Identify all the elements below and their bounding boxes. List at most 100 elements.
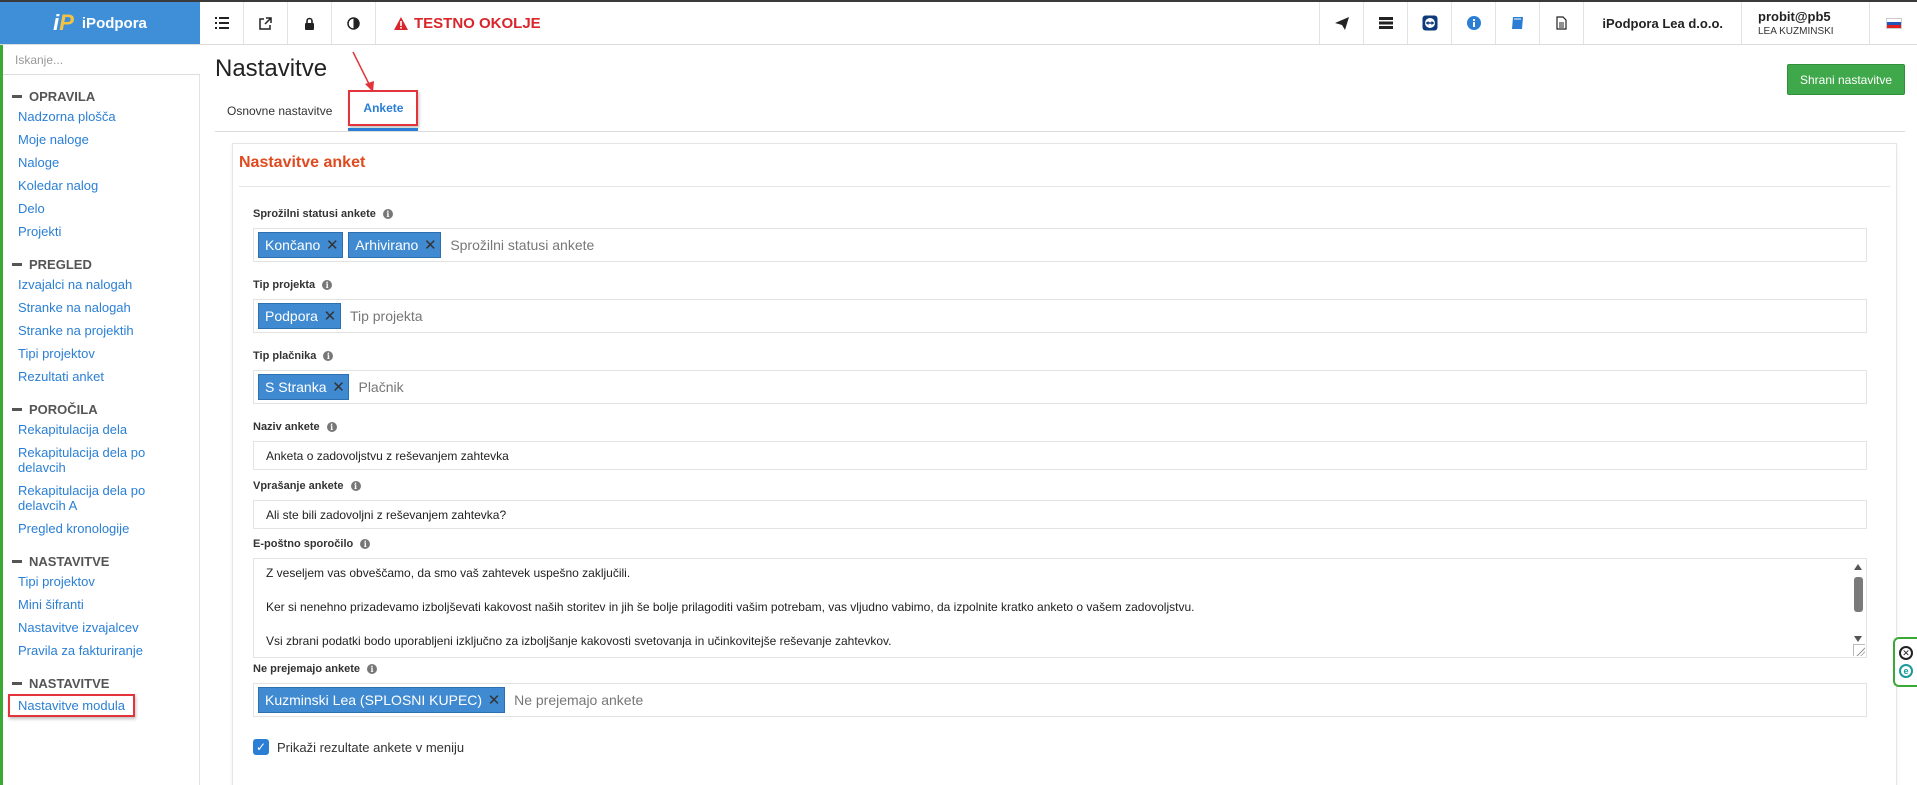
show-results-checkbox[interactable]: ✓ bbox=[253, 739, 269, 755]
document-button[interactable] bbox=[1539, 2, 1583, 44]
menu-toggle-button[interactable] bbox=[200, 2, 244, 44]
remove-tag-icon[interactable]: ✕ bbox=[420, 236, 440, 254]
e-badge-icon[interactable]: e bbox=[1899, 664, 1913, 678]
sidebar-item-nastavitve-izvajalcev[interactable]: Nastavitve izvajalcev bbox=[12, 616, 199, 639]
external-link-icon bbox=[259, 16, 272, 30]
send-button[interactable] bbox=[1319, 2, 1363, 44]
info-icon[interactable]: i bbox=[367, 664, 377, 674]
info-button[interactable] bbox=[1451, 2, 1495, 44]
sidebar: OPRAVILA Nadzorna plošča Moje naloge Nal… bbox=[0, 45, 200, 785]
sidebar-section-header[interactable]: OPRAVILA bbox=[12, 87, 199, 105]
trigger-statuses-select[interactable]: Končano ✕ Arhivirano ✕ Sprožilni statusi a… bbox=[253, 228, 1867, 262]
resize-handle-icon[interactable] bbox=[1853, 644, 1865, 656]
top-bar: iP iPodpora TESTNO OKOLJE iPodpora Lea d… bbox=[0, 0, 1917, 45]
collapse-icon bbox=[12, 94, 22, 98]
scroll-down-icon[interactable] bbox=[1854, 636, 1862, 642]
sidebar-section-pregled: PREGLED Izvajalci na nalogah Stranke na … bbox=[3, 255, 199, 388]
book-icon bbox=[1511, 17, 1523, 29]
payer-type-select[interactable]: S Stranka ✕ Plačnik bbox=[253, 370, 1867, 404]
tag-input-placeholder[interactable]: Tip projekta bbox=[350, 308, 423, 324]
tab-osnovne-nastavitve[interactable]: Osnovne nastavitve bbox=[215, 91, 344, 131]
sidebar-section-nastavitve-modula: NASTAVITVE Nastavitve modula bbox=[3, 674, 199, 717]
manual-button[interactable] bbox=[1495, 2, 1539, 44]
sidebar-item-rezultati-anket[interactable]: Rezultati anket bbox=[12, 365, 199, 388]
survey-question-field: Vprašanje ankete i Ali ste bili zadovolj… bbox=[253, 479, 1867, 529]
excluded-recipients-select[interactable]: Kuzminski Lea (SPLOSNI KUPEC) ✕ Ne prejem… bbox=[253, 683, 1867, 717]
tag-chip: Podpora ✕ bbox=[258, 303, 341, 329]
show-results-option[interactable]: ✓ Prikaži rezultate ankete v meniju bbox=[253, 739, 464, 755]
sidebar-item-koledar-nalog[interactable]: Koledar nalog bbox=[12, 174, 199, 197]
email-line: Vsi zbrani podatki bodo uporabljeni izkl… bbox=[266, 634, 892, 648]
sidebar-item-nadzorna-plosca[interactable]: Nadzorna plošča bbox=[12, 105, 199, 128]
email-line: Ker si nenehno prizadevamo izboljševati … bbox=[266, 600, 1195, 614]
tag-input-placeholder[interactable]: Sprožilni statusi ankete bbox=[450, 237, 594, 253]
sidebar-item-delo[interactable]: Delo bbox=[12, 197, 199, 220]
sidebar-item-naloge[interactable]: Naloge bbox=[12, 151, 199, 174]
tag-input-placeholder[interactable]: Ne prejemajo ankete bbox=[514, 692, 643, 708]
sidebar-item-tipi-projektov-nastavitve[interactable]: Tipi projektov bbox=[12, 570, 199, 593]
sidebar-item-moje-naloge[interactable]: Moje naloge bbox=[12, 128, 199, 151]
survey-settings-panel: Nastavitve anket Sprožilni statusi anket… bbox=[232, 143, 1897, 785]
survey-question-input[interactable]: Ali ste bili zadovoljni z reševanjem zah… bbox=[253, 500, 1867, 529]
panel-title: Nastavitve anket bbox=[239, 154, 366, 171]
tag-chip: Kuzminski Lea (SPLOSNI KUPEC) ✕ bbox=[258, 687, 506, 713]
divider bbox=[239, 186, 1890, 187]
sidebar-section-header[interactable]: NASTAVITVE bbox=[12, 552, 199, 570]
sidebar-item-tipi-projektov[interactable]: Tipi projektov bbox=[12, 342, 199, 365]
remove-tag-icon[interactable]: ✕ bbox=[328, 378, 348, 396]
company-name[interactable]: iPodpora Lea d.o.o. bbox=[1583, 2, 1741, 44]
sidebar-item-pravila-za-fakturiranje[interactable]: Pravila za fakturiranje bbox=[12, 639, 199, 662]
project-type-select[interactable]: Podpora ✕ Tip projekta bbox=[253, 299, 1867, 333]
close-circle-icon[interactable]: ✕ bbox=[1899, 646, 1913, 660]
lock-button[interactable] bbox=[288, 2, 332, 44]
tag-chip: Končano ✕ bbox=[258, 232, 344, 258]
language-button[interactable] bbox=[1869, 2, 1917, 44]
info-icon[interactable]: i bbox=[360, 539, 371, 549]
remove-tag-icon[interactable]: ✕ bbox=[484, 691, 504, 709]
sidebar-search-input[interactable] bbox=[3, 45, 200, 75]
external-link-button[interactable] bbox=[244, 2, 288, 44]
email-message-textarea[interactable]: Z veseljem vas obveščamo, da smo vaš zah… bbox=[253, 558, 1867, 658]
field-label: Tip plačnika bbox=[253, 350, 317, 362]
sidebar-section-header[interactable]: POROČILA bbox=[12, 400, 199, 418]
collapse-icon bbox=[12, 559, 22, 563]
project-type-field: Tip projekta i Podpora ✕ Tip projekta bbox=[253, 278, 1867, 333]
test-environment-label: TESTNO OKOLJE bbox=[414, 14, 541, 32]
info-icon[interactable]: i bbox=[382, 209, 393, 219]
sidebar-item-rekapitulacija-dela[interactable]: Rekapitulacija dela bbox=[12, 418, 199, 441]
scroll-thumb[interactable] bbox=[1854, 577, 1863, 612]
tag-input-placeholder[interactable]: Plačnik bbox=[358, 379, 403, 395]
info-icon[interactable]: i bbox=[322, 280, 333, 290]
contrast-button[interactable] bbox=[332, 2, 376, 44]
sidebar-item-rekapitulacija-po-delavcih[interactable]: Rekapitulacija dela po delavcih bbox=[12, 441, 162, 479]
sidebar-item-pregled-kronologije[interactable]: Pregled kronologije bbox=[12, 517, 199, 540]
field-label: Tip projekta bbox=[253, 279, 316, 291]
sidebar-item-izvajalci-na-nalogah[interactable]: Izvajalci na nalogah bbox=[12, 273, 199, 296]
server-button[interactable] bbox=[1363, 2, 1407, 44]
sidebar-section-porocila: POROČILA Rekapitulacija dela Rekapitulac… bbox=[3, 400, 199, 540]
scroll-up-icon[interactable] bbox=[1854, 564, 1862, 570]
survey-name-field: Naziv ankete i Anketa o zadovoljstvu z r… bbox=[253, 420, 1867, 470]
info-icon[interactable]: i bbox=[326, 422, 337, 432]
survey-name-input[interactable]: Anketa o zadovoljstvu z reševanjem zahte… bbox=[253, 441, 1867, 470]
sidebar-item-projekti[interactable]: Projekti bbox=[12, 220, 199, 243]
textarea-scrollbar[interactable] bbox=[1853, 562, 1864, 642]
teamviewer-button[interactable] bbox=[1407, 2, 1451, 44]
info-icon[interactable]: i bbox=[323, 351, 334, 361]
sidebar-item-mini-sifranti[interactable]: Mini šifranti bbox=[12, 593, 199, 616]
user-menu[interactable]: probit@pb5 LEA KUZMINSKI bbox=[1741, 2, 1869, 44]
sidebar-section-header[interactable]: NASTAVITVE bbox=[12, 674, 199, 692]
sidebar-item-stranke-na-nalogah[interactable]: Stranke na nalogah bbox=[12, 296, 199, 319]
remove-tag-icon[interactable]: ✕ bbox=[320, 307, 340, 325]
collapse-icon bbox=[12, 407, 22, 411]
sidebar-item-stranke-na-projektih[interactable]: Stranke na projektih bbox=[12, 319, 199, 342]
remove-tag-icon[interactable]: ✕ bbox=[322, 236, 342, 254]
warning-icon bbox=[394, 16, 408, 30]
info-icon[interactable]: i bbox=[350, 481, 361, 491]
floating-widget: ✕ e bbox=[1893, 637, 1917, 687]
sidebar-section-header[interactable]: PREGLED bbox=[12, 255, 199, 273]
tab-ankete[interactable]: Ankete bbox=[348, 90, 419, 131]
sidebar-item-nastavitve-modula[interactable]: Nastavitve modula bbox=[8, 694, 135, 717]
sidebar-item-rekapitulacija-po-delavcih-a[interactable]: Rekapitulacija dela po delavcih A bbox=[12, 479, 162, 517]
brand[interactable]: iP iPodpora bbox=[0, 2, 200, 44]
